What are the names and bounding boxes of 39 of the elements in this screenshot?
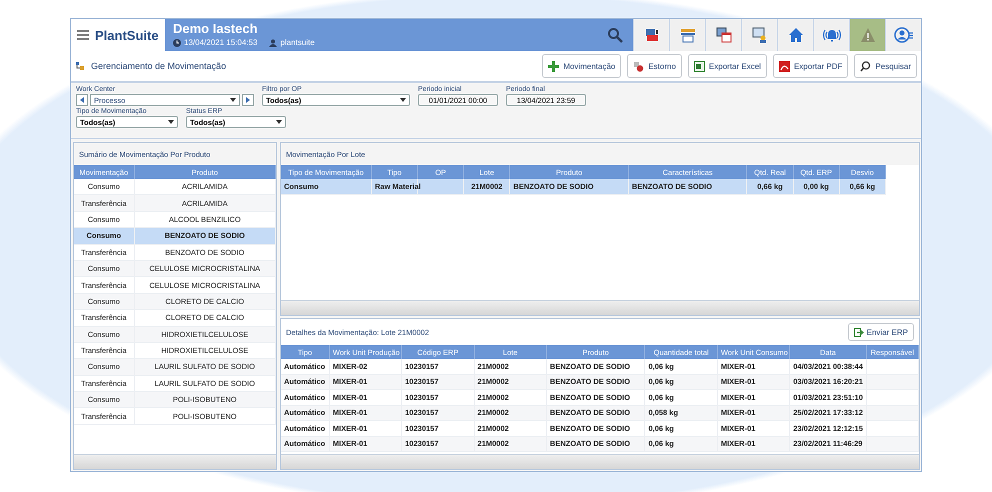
chevron-icon [276, 120, 282, 124]
user-icon [269, 38, 278, 46]
action-button[interactable]: Movimentação [542, 54, 622, 78]
toolbar-button[interactable] [633, 19, 669, 51]
toolbar-button[interactable] [741, 19, 777, 51]
date-time: 13/04/2021 15:04:53 [184, 38, 258, 47]
user-menu-icon [894, 27, 914, 43]
search-icon [860, 60, 872, 72]
export-icon [854, 328, 864, 336]
next-button[interactable] [242, 94, 254, 106]
previous-button[interactable] [76, 94, 88, 106]
toolbar-button[interactable] [777, 19, 813, 51]
pdf-icon [778, 60, 790, 72]
action-button[interactable]: Exportar PDF [772, 54, 848, 78]
send-erp-button[interactable]: Enviar ERP [848, 323, 914, 341]
toolbar-button[interactable] [885, 19, 921, 51]
page-title: Gerenciamento de Movimentação [91, 61, 228, 71]
plant-name: Demo Iastech [173, 21, 259, 36]
user-name: plantsuite [280, 38, 315, 47]
plus-icon [548, 60, 560, 72]
warning-icon [860, 27, 876, 43]
action-button[interactable]: Pesquisar [854, 54, 917, 78]
action-button[interactable]: Exportar Excel [688, 54, 767, 78]
brand-name: PlantSuite [95, 28, 159, 42]
action-button[interactable]: Estorno [627, 54, 682, 78]
caret-icon [230, 98, 236, 102]
clock-icon [173, 38, 181, 46]
bell-icon [822, 27, 842, 43]
toolbar-button[interactable] [813, 19, 849, 51]
caret-icon [400, 98, 406, 102]
home-icon [788, 27, 804, 43]
menu-icon[interactable] [77, 30, 89, 40]
chevron-icon [168, 120, 174, 124]
toolbar-button[interactable] [705, 19, 741, 51]
spreadsheet-icon [694, 60, 705, 72]
right-arrow-icon [246, 97, 250, 103]
search-icon [607, 27, 623, 43]
toolbar-button[interactable] [669, 19, 705, 51]
left-arrow-icon [80, 97, 84, 103]
